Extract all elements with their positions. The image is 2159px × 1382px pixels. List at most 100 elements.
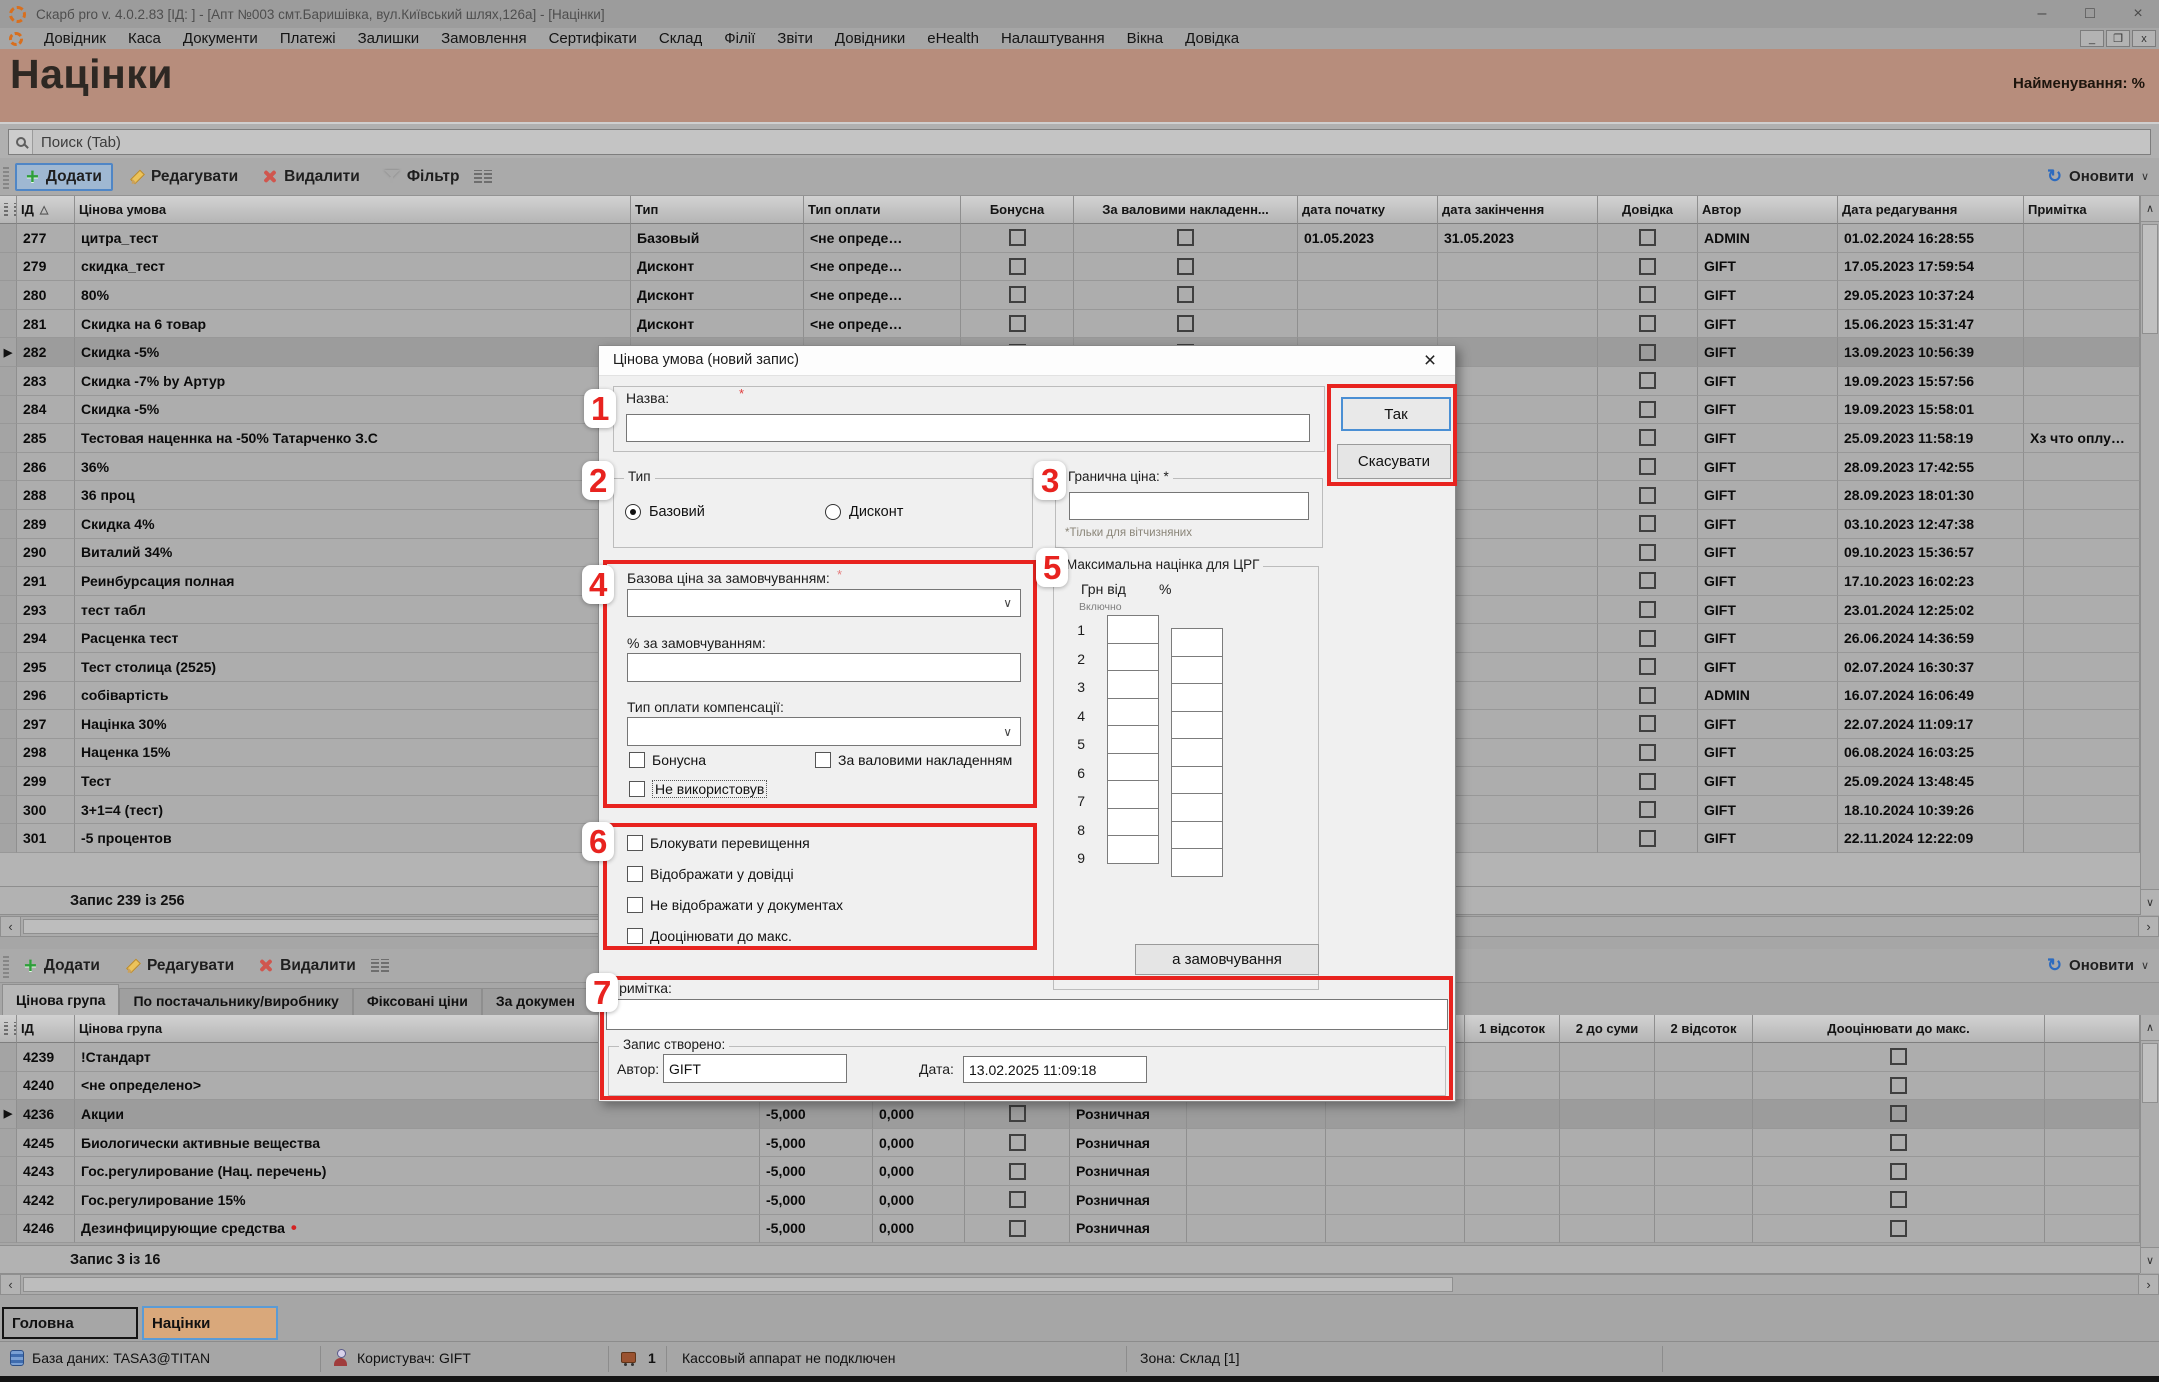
name-field[interactable] — [626, 414, 1310, 442]
checkbox[interactable] — [1639, 715, 1656, 732]
table-row[interactable]: 4245Биологически активные вещества-5,000… — [0, 1129, 2140, 1158]
crg-default-button[interactable]: а замовчування — [1135, 944, 1319, 975]
checkbox[interactable] — [1639, 544, 1656, 561]
column-header[interactable]: Примітка — [2024, 196, 2140, 224]
checkbox[interactable] — [1009, 315, 1026, 332]
menu-item[interactable]: Довідники — [824, 30, 916, 47]
crg-percent-field[interactable] — [1171, 766, 1223, 795]
crg-money-field[interactable] — [1107, 753, 1159, 782]
table-row[interactable]: 4242Гос.регулирование 15%-5,0000,000Розн… — [0, 1186, 2140, 1215]
menu-item[interactable]: Довідка — [1174, 30, 1250, 47]
tab-3[interactable]: Фіксовані ціни — [353, 988, 482, 1015]
refresh-button[interactable]: ↻ Оновити ∨ — [2047, 166, 2149, 187]
refresh-button[interactable]: ↻ Оновити ∨ — [2047, 955, 2149, 976]
checkbox[interactable] — [1890, 1077, 1907, 1094]
limit-price-field[interactable] — [1069, 492, 1309, 520]
scroll-up-icon[interactable]: ∧ — [2141, 196, 2159, 222]
toolbar-grip[interactable] — [3, 165, 9, 189]
checkbox[interactable] — [1639, 372, 1656, 389]
checkbox[interactable] — [1639, 429, 1656, 446]
base-price-select[interactable]: ∨ — [627, 589, 1021, 617]
menu-item[interactable]: Вікна — [1116, 30, 1175, 47]
checkbox[interactable] — [1009, 258, 1026, 275]
edit-button[interactable]: Редагувати — [115, 954, 243, 978]
block-exceed-checkbox[interactable]: Блокувати перевищення — [627, 835, 843, 851]
add-button[interactable]: + Додати — [15, 954, 109, 978]
vertical-scrollbar[interactable]: ∧ ∨ — [2140, 196, 2159, 915]
crg-percent-field[interactable] — [1171, 628, 1223, 657]
radio-dyskont[interactable]: Дисконт — [825, 504, 903, 520]
crg-money-field[interactable] — [1107, 780, 1159, 809]
table-row[interactable]: 28080%Дисконт<не опреде…GIFT29.05.2023 1… — [0, 281, 2140, 310]
checkbox[interactable] — [1639, 658, 1656, 675]
checkbox[interactable] — [1639, 572, 1656, 589]
cancel-button[interactable]: Скасувати — [1337, 444, 1451, 479]
menu-item[interactable]: Документи — [172, 30, 269, 47]
scroll-down-icon[interactable]: ∨ — [2141, 1247, 2159, 1273]
search-input[interactable]: Поиск (Tab) — [8, 129, 2151, 155]
checkbox[interactable] — [1639, 801, 1656, 818]
show-in-reference-checkbox[interactable]: Відображати у довідці — [627, 866, 843, 882]
checkbox[interactable] — [1890, 1220, 1907, 1237]
revalue-to-max-checkbox[interactable]: Дооцінювати до макс. — [627, 928, 843, 944]
menu-item[interactable]: Замовлення — [430, 30, 537, 47]
menu-item[interactable]: Склад — [648, 30, 713, 47]
crg-percent-field[interactable] — [1171, 793, 1223, 822]
checkbox[interactable] — [1177, 315, 1194, 332]
column-header[interactable] — [0, 1015, 17, 1043]
radio-bazovyi[interactable]: Базовий — [625, 504, 705, 520]
tab-1[interactable]: Цінова група — [2, 984, 119, 1015]
columns-icon[interactable] — [371, 959, 379, 972]
ok-button[interactable]: Так — [1341, 397, 1451, 431]
checkbox[interactable] — [1639, 773, 1656, 790]
checkbox[interactable] — [1890, 1163, 1907, 1180]
checkbox[interactable] — [1009, 286, 1026, 303]
gross-invoices-checkbox[interactable]: За валовими накладенням — [815, 752, 1037, 768]
menu-item[interactable]: Сертифікати — [538, 30, 648, 47]
crg-money-field[interactable] — [1107, 670, 1159, 699]
checkbox[interactable] — [1890, 1191, 1907, 1208]
scroll-up-icon[interactable]: ∧ — [2141, 1015, 2159, 1041]
checkbox[interactable] — [1639, 315, 1656, 332]
crg-money-field[interactable] — [1107, 698, 1159, 727]
crg-percent-field[interactable] — [1171, 711, 1223, 740]
close-button[interactable]: × — [2127, 5, 2149, 23]
crg-money-field[interactable] — [1107, 835, 1159, 864]
delete-button[interactable]: Видалити — [249, 954, 365, 978]
tab-2[interactable]: По постачальнику/виробнику — [119, 988, 352, 1015]
column-header[interactable]: Цінова умова — [75, 196, 631, 224]
delete-button[interactable]: Видалити — [253, 165, 369, 189]
checkbox[interactable] — [1009, 1191, 1026, 1208]
table-row[interactable]: 281Скидка на 6 товарДисконт<не опреде…GI… — [0, 310, 2140, 339]
add-button[interactable]: + Додати — [15, 163, 113, 191]
hide-in-documents-checkbox[interactable]: Не відображати у документах — [627, 897, 843, 913]
column-header[interactable]: дата закінчення — [1438, 196, 1598, 224]
table-row[interactable]: 4243Гос.регулирование (Нац. перечень)-5,… — [0, 1157, 2140, 1186]
scroll-right-icon[interactable]: › — [2138, 917, 2158, 936]
checkbox[interactable] — [1890, 1105, 1907, 1122]
checkbox[interactable] — [1177, 258, 1194, 275]
edit-button[interactable]: Редагувати — [119, 165, 247, 189]
checkbox[interactable] — [1639, 258, 1656, 275]
scroll-right-icon[interactable]: › — [2138, 1275, 2158, 1294]
crg-percent-field[interactable] — [1171, 656, 1223, 685]
crg-money-field[interactable] — [1107, 725, 1159, 754]
checkbox[interactable] — [1890, 1134, 1907, 1151]
pay-compensation-select[interactable]: ∨ — [627, 717, 1021, 746]
vertical-scrollbar[interactable]: ∧ ∨ — [2140, 1015, 2159, 1273]
checkbox[interactable] — [1009, 229, 1026, 246]
note-field[interactable] — [606, 999, 1448, 1030]
crg-money-field[interactable] — [1107, 808, 1159, 837]
column-header[interactable] — [0, 196, 17, 224]
horizontal-scrollbar[interactable]: ‹ › — [0, 1274, 2159, 1295]
column-header[interactable]: За валовими накладенн... — [1074, 196, 1298, 224]
menu-item[interactable]: Довідник — [33, 30, 117, 47]
column-header[interactable]: 2 відсоток — [1655, 1015, 1753, 1043]
maximize-button[interactable]: □ — [2079, 5, 2101, 23]
scroll-left-icon[interactable]: ‹ — [1, 917, 21, 936]
checkbox[interactable] — [1009, 1163, 1026, 1180]
menu-item[interactable]: Каса — [117, 30, 172, 47]
checkbox[interactable] — [1009, 1220, 1026, 1237]
column-header[interactable]: 1 відсоток — [1465, 1015, 1560, 1043]
crg-percent-field[interactable] — [1171, 821, 1223, 850]
